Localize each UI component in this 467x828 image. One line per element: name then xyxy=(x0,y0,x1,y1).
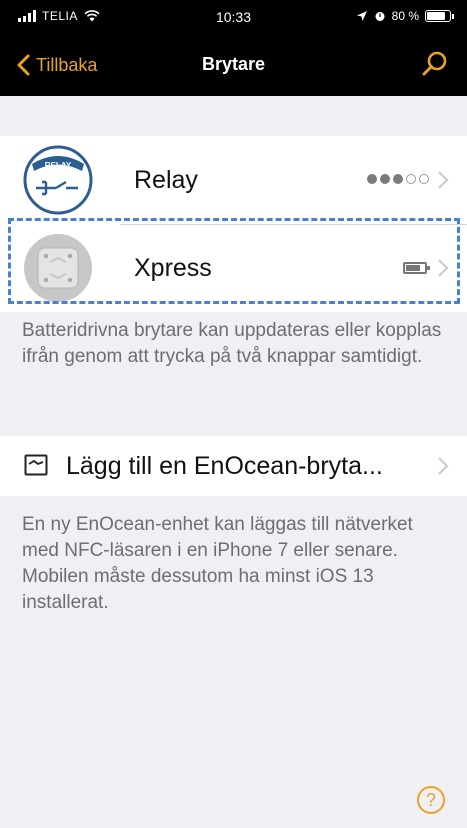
alarm-icon xyxy=(375,12,385,21)
switch-name: Xpress xyxy=(134,254,212,282)
signal-dot-filled xyxy=(380,174,390,184)
switch-row-xpress[interactable]: Xpress xyxy=(0,224,467,312)
signal-dot-filled xyxy=(393,174,403,184)
relay-icon: RELAY xyxy=(23,145,93,215)
add-hint-text: En ny EnOcean-enhet kan läggas till nätv… xyxy=(22,514,413,613)
help-button[interactable]: ? xyxy=(417,786,445,814)
chevron-right-icon xyxy=(438,457,449,475)
chevron-right-icon xyxy=(438,259,449,277)
status-right: 80 % xyxy=(356,9,454,23)
signal-dot-filled xyxy=(367,174,377,184)
xpress-switch-icon xyxy=(24,234,92,302)
switch-name: Relay xyxy=(134,166,198,194)
battery-icon xyxy=(425,10,454,22)
device-battery-icon xyxy=(403,262,430,274)
battery-percent: 80 % xyxy=(391,9,419,23)
search-icon[interactable] xyxy=(421,50,449,78)
add-switch-label: Lägg till en EnOcean-bryta... xyxy=(66,452,383,480)
switch-list: RELAY Relay Xpress xyxy=(0,136,467,312)
status-bar: TELIA 10:33 80 % xyxy=(0,0,467,36)
signal-dot-empty xyxy=(419,174,429,184)
location-icon xyxy=(356,11,367,21)
battery-hint-text: Batteridrivna brytare kan uppdateras ell… xyxy=(22,320,442,367)
signal-dot-empty xyxy=(406,174,416,184)
add-switch-icon xyxy=(24,454,48,476)
nav-bar: Tillbaka Brytare xyxy=(0,36,467,96)
page-title: Brytare xyxy=(201,54,266,74)
add-enocean-switch-button[interactable]: Lägg till en EnOcean-bryta... xyxy=(0,436,467,496)
switch-row-relay[interactable]: RELAY Relay xyxy=(0,136,467,224)
relay-badge-text: RELAY xyxy=(45,161,72,170)
signal-strength-indicator xyxy=(367,174,429,184)
chevron-right-icon xyxy=(438,171,449,189)
